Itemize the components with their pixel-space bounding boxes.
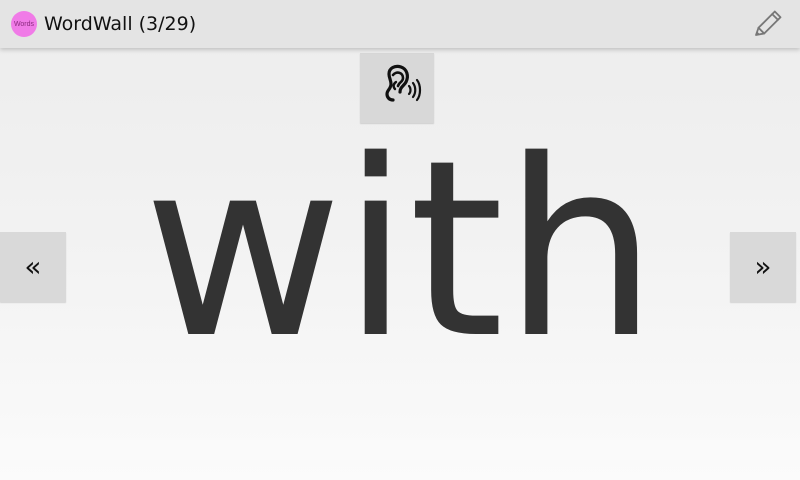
next-icon: »: [754, 250, 772, 283]
edit-button[interactable]: [748, 4, 788, 44]
previous-word-button[interactable]: «: [0, 232, 66, 302]
page-title: WordWall (3/29): [44, 13, 197, 35]
previous-icon: «: [24, 250, 42, 283]
app-icon: Words: [11, 11, 37, 37]
pencil-icon: [755, 10, 782, 36]
app-icon-label: Words: [13, 20, 35, 28]
current-word: with: [143, 108, 658, 392]
wordwall-app: Words WordWall (3/29) with « »: [0, 0, 800, 480]
next-word-button[interactable]: »: [730, 232, 796, 302]
top-action-bar: Words WordWall (3/29): [0, 0, 800, 48]
word-display-area: with « »: [0, 48, 800, 480]
